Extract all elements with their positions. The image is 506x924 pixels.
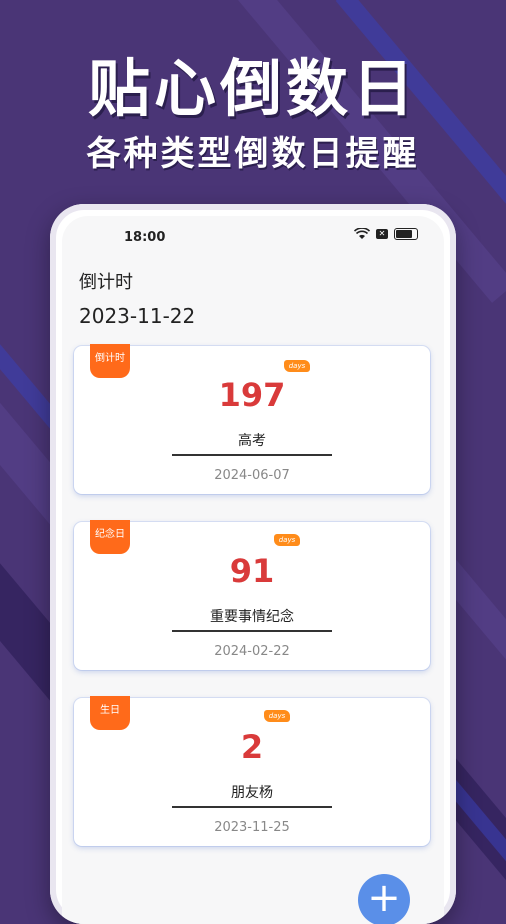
days-count: 197 bbox=[218, 376, 286, 414]
target-date: 2023-11-25 bbox=[214, 820, 290, 835]
card-category-tag: 纪念日 bbox=[90, 520, 130, 554]
card-divider bbox=[172, 454, 332, 456]
wifi-icon bbox=[354, 228, 370, 239]
days-count: 2 bbox=[240, 728, 264, 766]
event-name: 朋友杨 bbox=[231, 785, 273, 801]
today-date: 2023-11-22 bbox=[79, 304, 196, 328]
days-badge: days bbox=[274, 534, 300, 546]
page-title: 倒计时 bbox=[79, 272, 133, 293]
app-screen: 18:00 ✕ 倒计时 2023-11-22 倒计时 days 197 高考 2… bbox=[62, 216, 444, 924]
target-date: 2024-06-07 bbox=[214, 468, 290, 483]
countdown-card[interactable]: 纪念日 days 91 重要事情纪念 2024-02-22 bbox=[74, 520, 430, 670]
target-date: 2024-02-22 bbox=[214, 644, 290, 659]
card-category-tag: 倒计时 bbox=[90, 344, 130, 378]
phone-frame: 18:00 ✕ 倒计时 2023-11-22 倒计时 days 197 高考 2… bbox=[50, 204, 456, 924]
add-countdown-button[interactable]: + bbox=[358, 874, 410, 924]
status-icons: ✕ bbox=[354, 228, 418, 240]
card-divider bbox=[172, 806, 332, 808]
days-badge: days bbox=[264, 710, 290, 722]
card-divider bbox=[172, 630, 332, 632]
battery-icon bbox=[394, 228, 418, 240]
event-name: 高考 bbox=[238, 433, 266, 449]
status-time: 18:00 bbox=[124, 230, 166, 245]
sim-icon: ✕ bbox=[376, 229, 388, 239]
days-count: 91 bbox=[229, 552, 275, 590]
promo-subheadline: 各种类型倒数日提醒 bbox=[86, 134, 420, 174]
status-bar: 18:00 ✕ bbox=[62, 216, 444, 256]
card-category-tag: 生日 bbox=[90, 696, 130, 730]
days-badge: days bbox=[284, 360, 310, 372]
countdown-card[interactable]: 生日 days 2 朋友杨 2023-11-25 bbox=[74, 696, 430, 846]
countdown-card[interactable]: 倒计时 days 197 高考 2024-06-07 bbox=[74, 344, 430, 494]
event-name: 重要事情纪念 bbox=[210, 609, 294, 625]
promo-headline: 贴心倒数日 bbox=[87, 52, 418, 125]
